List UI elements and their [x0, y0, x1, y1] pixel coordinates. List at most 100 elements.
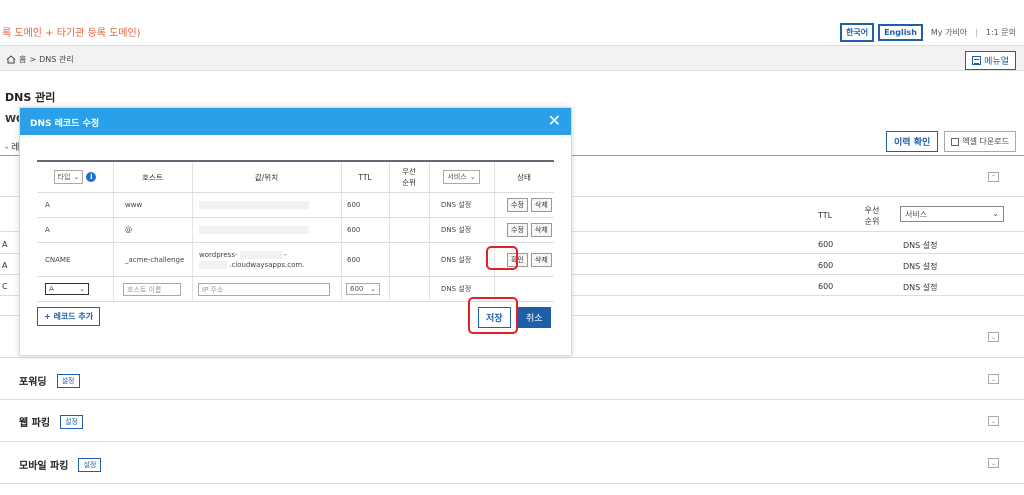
record-host: @ [125, 226, 132, 234]
service-filter-select[interactable]: 서비스 ⌄ [443, 170, 480, 184]
record-actions: 확인 삭제 [507, 243, 554, 276]
breadcrumb-current: DNS 관리 [39, 55, 74, 64]
column-divider [429, 193, 430, 217]
record-type: CNAME [45, 255, 71, 264]
info-icon[interactable]: i [86, 172, 97, 182]
expand-icon[interactable]: ⌄ [988, 416, 999, 426]
forwarding-label: 포워딩 [19, 377, 47, 388]
bg-row-service: DNS 설정 [903, 262, 938, 271]
chevron-down-icon: ⌄ [370, 285, 376, 293]
new-record-ttl-cell: 600 ⌄ [346, 277, 386, 301]
bg-col-ttl: TTL [818, 211, 833, 220]
manual-button[interactable]: 메뉴얼 [965, 51, 1016, 70]
record-service: DNS 설정 [441, 201, 472, 209]
add-record-button[interactable]: + 레코드 추가 [37, 307, 101, 326]
edit-record-button[interactable]: 수정 [507, 198, 528, 212]
modal-header: DNS 레코드 수정 ✕ [20, 108, 571, 135]
record-ttl: 600 [347, 201, 361, 209]
column-divider [113, 243, 114, 276]
edit-record-button[interactable]: 수정 [507, 223, 528, 237]
top-header: 록 도메인 + 타기관 등록 도메인) 한국어 English My 가비아 |… [0, 0, 1024, 46]
close-icon[interactable]: ✕ [548, 111, 561, 130]
column-divider [192, 277, 193, 301]
excel-icon [951, 137, 960, 146]
delete-record-button[interactable]: 삭제 [530, 223, 552, 237]
breadcrumb: 홈 > DNS 관리 [6, 54, 74, 65]
column-divider [389, 243, 390, 276]
column-divider [494, 218, 495, 242]
redacted-value [199, 226, 309, 234]
confirm-record-button[interactable]: 확인 [507, 252, 528, 267]
redacted-value [199, 260, 227, 269]
my-gabia-link[interactable]: My 가비아 [931, 27, 967, 38]
bg-row-type: C [2, 282, 8, 291]
forwarding-settings-button[interactable]: 설정 [56, 373, 80, 388]
new-record-value-cell: IP 주소 [198, 277, 338, 301]
modal-title: DNS 레코드 수정 [30, 119, 100, 129]
record-value-prefix: wordpress- [199, 250, 238, 259]
type-filter-select[interactable]: 타입 ⌄ [53, 170, 84, 184]
bg-row-service: DNS 설정 [903, 283, 938, 292]
new-record-type-select[interactable]: A ⌄ [45, 283, 89, 295]
new-record-type-value: A [49, 285, 54, 293]
mobile-parking-settings-button[interactable]: 설정 [78, 457, 102, 472]
expand-icon[interactable]: ⌄ [988, 332, 999, 342]
col-type: 타입 ⌄ i [37, 162, 113, 192]
excel-download-button[interactable]: 엑셀 다운로드 [944, 131, 1016, 152]
record-service: DNS 설정 [441, 226, 472, 234]
delete-record-button[interactable]: 삭제 [530, 198, 552, 212]
delete-record-button[interactable]: 삭제 [530, 252, 552, 267]
service-filter-label: 서비스 [447, 173, 467, 181]
lang-english-button[interactable]: English [878, 24, 923, 41]
history-button[interactable]: 이력 확인 [886, 131, 939, 152]
new-record-row: A ⌄ 호스트 이름 IP 주소 600 ⌄ DNS 설정 [37, 277, 554, 302]
manual-icon [972, 56, 982, 65]
host-name-input[interactable]: 호스트 이름 [123, 282, 181, 296]
page-title: DNS 관리 [5, 91, 56, 104]
bg-row-service: DNS 설정 [903, 241, 938, 250]
record-actions: 수정 삭제 [507, 193, 554, 217]
chevron-down-icon: ⌄ [469, 173, 476, 181]
bg-service-select[interactable]: 서비스 ⌄ [900, 206, 1004, 222]
column-divider [113, 193, 114, 217]
dns-record-edit-modal: DNS 레코드 수정 ✕ 타입 ⌄ i 호스트 값/위치 TTL 우선 순위 서… [19, 107, 572, 356]
record-value-line1: wordpress- - [199, 250, 287, 260]
bg-row-ttl: 600 [818, 282, 834, 291]
table-header-row: 타입 ⌄ i 호스트 값/위치 TTL 우선 순위 서비스 ⌄ 상태 [37, 160, 554, 193]
section-divider [0, 483, 1024, 484]
column-divider [341, 193, 342, 217]
type-filter-label: 타입 [57, 173, 71, 181]
column-divider [429, 277, 430, 301]
collapse-icon[interactable]: ⌃ [988, 172, 999, 182]
redacted-value [239, 250, 282, 259]
bg-row-ttl: 600 [818, 240, 834, 249]
mobile-parking-section: 모바일 파킹 설정 [19, 457, 102, 472]
expand-icon[interactable]: ⌄ [988, 458, 999, 468]
ip-address-input[interactable]: IP 주소 [198, 282, 330, 296]
ttl-select-value: 600 [350, 285, 364, 293]
breadcrumb-bar: 홈 > DNS 관리 메뉴얼 [0, 46, 1024, 71]
web-parking-settings-button[interactable]: 설정 [60, 414, 83, 429]
inquiry-link[interactable]: 1:1 문의 [986, 27, 1016, 38]
record-value-suffix: .cloudwaysapps.com. [229, 260, 305, 269]
column-divider [113, 277, 114, 301]
column-divider [389, 218, 390, 242]
column-divider [494, 193, 495, 217]
table-row: A @ 600 DNS 설정 수정 삭제 [37, 218, 554, 243]
bg-service-select-value: 서비스 [905, 210, 928, 219]
cancel-button[interactable]: 취소 [518, 307, 551, 328]
save-button[interactable]: 저장 [478, 307, 511, 328]
header-utility-links: 한국어 English My 가비아 | 1:1 문의 [839, 23, 1016, 42]
expand-icon[interactable]: ⌄ [988, 374, 999, 384]
table-row: CNAME _acme-challenge wordpress- - .clou… [37, 243, 554, 277]
record-ttl: 600 [347, 255, 361, 264]
lang-korean-button[interactable]: 한국어 [839, 23, 875, 42]
home-icon[interactable] [6, 55, 16, 64]
column-divider [389, 277, 390, 301]
ttl-select[interactable]: 600 ⌄ [346, 283, 380, 295]
bg-row-ttl: 600 [818, 261, 834, 270]
record-value-prefix-tail: - [283, 250, 287, 259]
record-value-redacted [199, 193, 319, 217]
record-ttl: 600 [347, 226, 361, 234]
breadcrumb-home[interactable]: 홈 [19, 54, 26, 65]
